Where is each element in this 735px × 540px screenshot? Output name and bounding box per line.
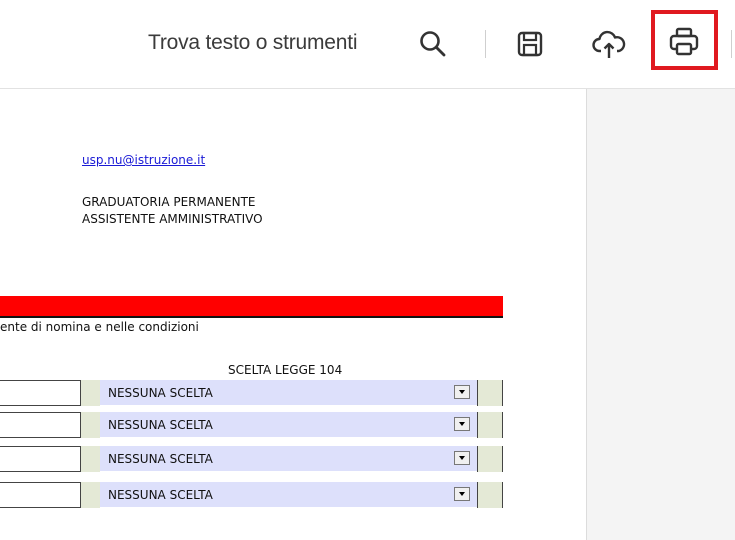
top-toolbar: Trova testo o strumenti [0,0,735,89]
dropdown-arrow-icon[interactable] [454,417,470,431]
row-cell [0,446,80,472]
red-banner [0,296,503,318]
choice-value: NESSUNA SCELTA [108,418,213,432]
choice-value: NESSUNA SCELTA [108,386,213,400]
dropdown-arrow-icon[interactable] [454,385,470,399]
choice-select[interactable]: NESSUNA SCELTA [100,412,477,438]
row-spacer-cell [80,446,100,472]
row-end-cell [477,412,503,438]
row-cell [0,380,80,406]
print-highlight-box [651,10,718,70]
upload-cloud-icon[interactable] [592,30,626,60]
heading-line-1: GRADUATORIA PERMANENTE [82,195,256,209]
search-icon[interactable] [418,29,448,59]
row-end-cell [477,482,503,508]
table-row: NESSUNA SCELTA [0,412,503,438]
choice-value: NESSUNA SCELTA [108,452,213,466]
row-spacer-cell [80,482,100,508]
toolbar-separator [485,30,486,58]
find-text-label[interactable]: Trova testo o strumenti [148,31,358,55]
condition-text: ente di nomina e nelle condizioni [0,320,199,334]
save-icon[interactable] [516,30,544,58]
heading-line-2: ASSISTENTE AMMINISTRATIVO [82,212,263,226]
right-side-panel [587,89,735,540]
row-spacer-cell [80,412,100,438]
toolbar-separator [731,30,732,58]
email-link[interactable]: usp.nu@istruzione.it [82,153,205,167]
row-spacer-cell [80,380,100,406]
choice-select[interactable]: NESSUNA SCELTA [100,380,477,406]
table-row: NESSUNA SCELTA [0,446,503,472]
dropdown-arrow-icon[interactable] [454,451,470,465]
row-end-cell [477,380,503,406]
choice-value: NESSUNA SCELTA [108,488,213,502]
choice-select[interactable]: NESSUNA SCELTA [100,446,477,472]
dropdown-arrow-icon[interactable] [454,487,470,501]
table-header-legge-104: SCELTA LEGGE 104 [228,363,343,377]
table-row: NESSUNA SCELTA [0,482,503,508]
row-end-cell [477,446,503,472]
table-row: NESSUNA SCELTA [0,380,503,406]
row-cell [0,412,80,438]
row-cell [0,482,80,508]
choice-select[interactable]: NESSUNA SCELTA [100,482,477,508]
